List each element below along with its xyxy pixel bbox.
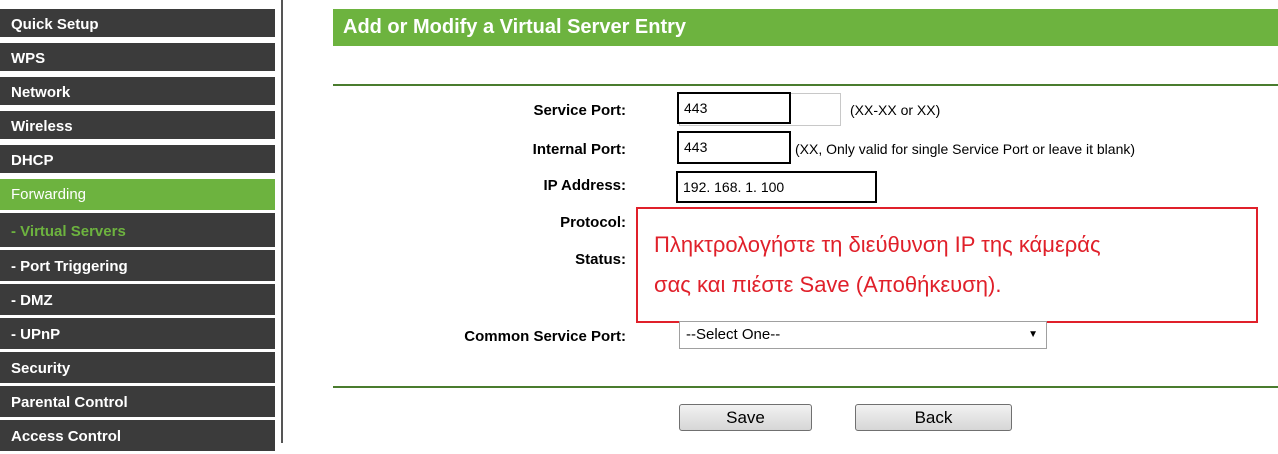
common-service-port-select[interactable]: --Select One-- ▼: [679, 321, 1047, 349]
callout-line-2: σας και πιέστε Save (Αποθήκευση).: [654, 272, 1002, 297]
sidebar: Quick Setup WPS Network Wireless DHCP Fo…: [0, 0, 275, 454]
sidebar-divider: [281, 0, 283, 443]
sidebar-item-quick-setup[interactable]: Quick Setup: [0, 9, 275, 40]
bottom-rule: [333, 386, 1278, 388]
sidebar-item-security[interactable]: Security: [0, 352, 275, 386]
service-port-input[interactable]: 443: [677, 92, 791, 124]
sidebar-item-forwarding[interactable]: Forwarding: [0, 179, 275, 213]
sidebar-item-upnp[interactable]: - UPnP: [0, 318, 275, 352]
callout-line-1: Πληκτρολογήστε τη διεύθυνση IP της κάμερ…: [654, 232, 1101, 257]
sidebar-item-dmz[interactable]: - DMZ: [0, 284, 275, 318]
sidebar-item-wps[interactable]: WPS: [0, 43, 275, 74]
ip-address-label: IP Address:: [543, 177, 626, 194]
instruction-callout: Πληκτρολογήστε τη διεύθυνση IP της κάμερ…: [636, 207, 1258, 323]
sidebar-item-port-triggering[interactable]: - Port Triggering: [0, 250, 275, 284]
protocol-label: Protocol:: [560, 214, 626, 231]
sidebar-item-dhcp[interactable]: DHCP: [0, 145, 275, 176]
select-value: --Select One--: [686, 326, 781, 343]
service-port-hint: (XX-XX or XX): [850, 102, 941, 118]
sidebar-item-parental-control[interactable]: Parental Control: [0, 386, 275, 420]
save-button[interactable]: Save: [679, 404, 812, 431]
back-button[interactable]: Back: [855, 404, 1012, 431]
internal-port-hint: (XX, Only valid for single Service Port …: [795, 141, 1136, 157]
internal-port-input[interactable]: 443: [677, 131, 791, 164]
ip-address-input[interactable]: 192. 168. 1. 100: [676, 171, 877, 203]
status-label: Status:: [575, 251, 626, 268]
sidebar-item-wireless[interactable]: Wireless: [0, 111, 275, 142]
chevron-down-icon: ▼: [1028, 329, 1038, 340]
top-rule: [333, 84, 1278, 86]
sidebar-item-virtual-servers[interactable]: - Virtual Servers: [0, 213, 275, 250]
sidebar-item-network[interactable]: Network: [0, 77, 275, 108]
internal-port-label: Internal Port:: [532, 141, 626, 158]
page-title: Add or Modify a Virtual Server Entry: [333, 9, 1278, 46]
service-port-label: Service Port:: [533, 102, 626, 119]
common-service-port-label: Common Service Port:: [464, 328, 626, 345]
sidebar-item-access-control[interactable]: Access Control: [0, 420, 275, 454]
